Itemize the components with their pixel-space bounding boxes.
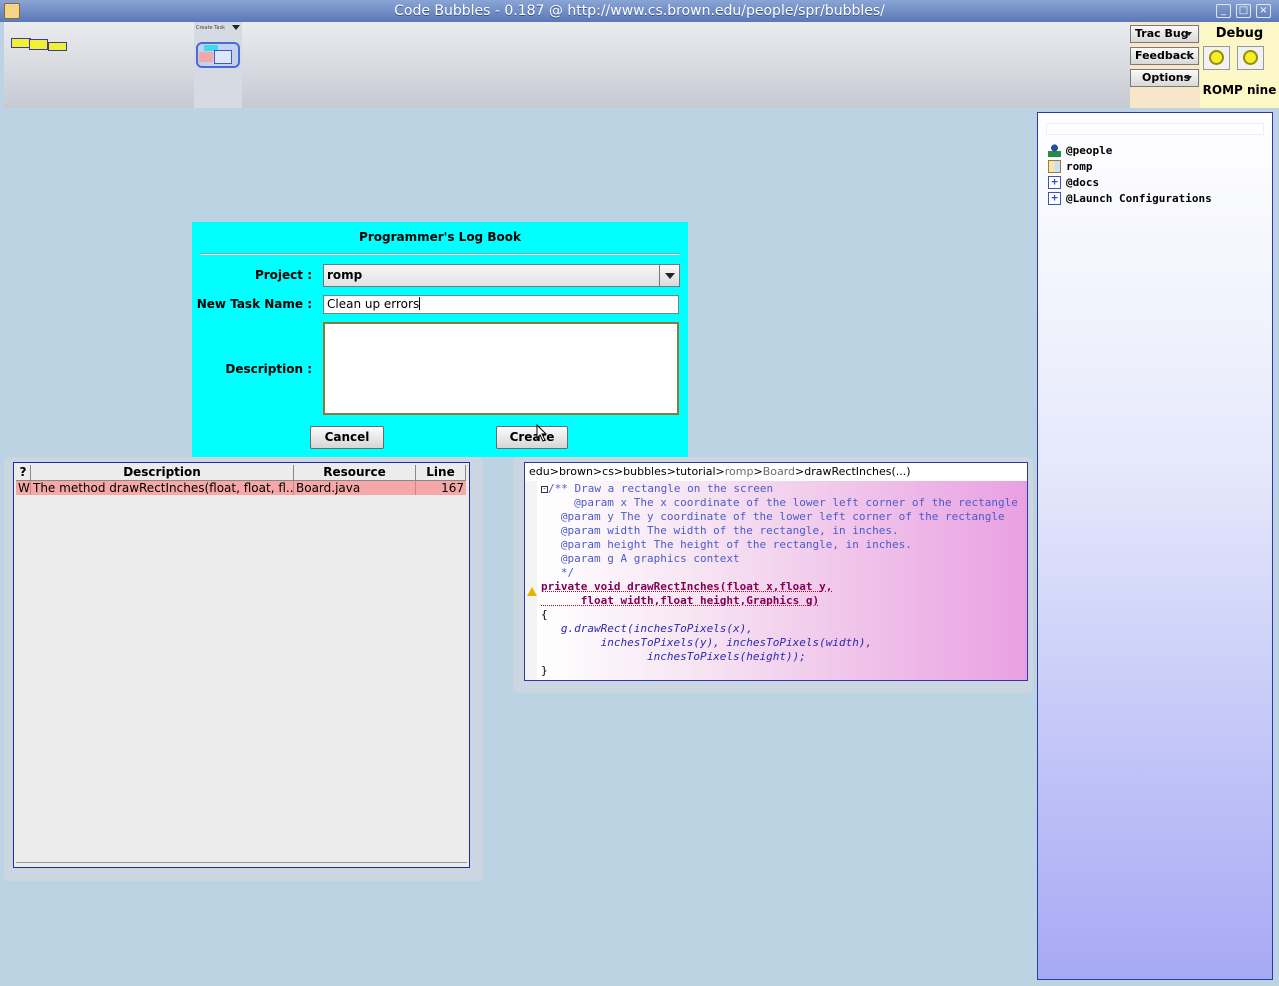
cancel-button[interactable]: Cancel	[310, 426, 384, 449]
breadcrumb-item[interactable]: romp	[725, 465, 754, 478]
chevron-down-icon	[1186, 54, 1192, 58]
task-chip[interactable]: Create Task	[194, 22, 242, 108]
package-item-label: @people	[1066, 144, 1113, 157]
dropdown-arrow-button[interactable]	[659, 265, 679, 286]
project-select[interactable]: romp	[323, 264, 680, 287]
code-line: @param height The height of the rectangl…	[541, 538, 912, 551]
code-line: inchesToPixels(y), inchesToPixels(width)…	[541, 636, 873, 649]
task-label: Create Task	[196, 25, 225, 31]
description-label: Description :	[225, 362, 312, 376]
package-search-input[interactable]	[1046, 123, 1264, 135]
problem-resource: Board.java	[294, 481, 416, 495]
session-name: ROMP nine	[1202, 83, 1277, 97]
code-line: inchesToPixels(height));	[541, 650, 806, 663]
chevron-down-icon	[1186, 76, 1192, 80]
code-line: @param width The width of the rectangle,…	[541, 524, 899, 537]
code-line: @param y The y coordinate of the lower l…	[541, 510, 1005, 523]
code-bubble[interactable]: edu>brown>cs>bubbles>tutorial>romp>Board…	[524, 462, 1028, 681]
breadcrumb-item[interactable]: Board	[763, 465, 795, 478]
divider	[200, 253, 680, 255]
expand-icon[interactable]: +	[1048, 176, 1061, 189]
problem-type: W	[18, 481, 31, 495]
trac-bug-label: Trac Bug	[1135, 27, 1189, 40]
expand-icon[interactable]: +	[1048, 192, 1061, 205]
debug-session-button[interactable]	[1237, 46, 1264, 70]
code-line: /** Draw a rectangle on the screen	[548, 482, 774, 495]
package-item-label: @Launch Configurations	[1066, 192, 1212, 205]
horizontal-scrollbar[interactable]	[16, 862, 467, 865]
overview-bubble[interactable]	[29, 39, 48, 50]
options-button[interactable]: Options	[1130, 69, 1199, 87]
chevron-down-icon[interactable]	[232, 25, 240, 30]
column-header-line[interactable]: Line	[416, 465, 466, 481]
log-book-dialog: Programmer's Log Book Project : romp New…	[192, 222, 688, 457]
overview-bubble[interactable]	[48, 42, 67, 51]
window-titlebar: Code Bubbles - 0.187 @ http://www.cs.bro…	[0, 0, 1279, 22]
code-line: @param g A graphics context	[541, 552, 740, 565]
breadcrumb-item[interactable]: tutorial	[676, 465, 716, 478]
project-label: Project :	[254, 268, 312, 282]
overview-bubble[interactable]	[11, 38, 31, 48]
project-icon	[1048, 160, 1061, 173]
chevron-down-icon	[1186, 32, 1192, 36]
debug-title: Debug	[1215, 26, 1264, 41]
trac-bug-button[interactable]: Trac Bug	[1130, 25, 1199, 43]
warning-icon[interactable]	[527, 587, 537, 596]
task-thumbnail[interactable]	[196, 42, 240, 68]
code-line: private void drawRectInches(float x,floa…	[541, 580, 833, 593]
package-item-label: romp	[1066, 160, 1093, 173]
problem-description: The method drawRectInches(float, float, …	[33, 481, 294, 495]
breadcrumb-item[interactable]: brown	[559, 465, 593, 478]
code-line: */	[541, 566, 575, 579]
breadcrumb-item[interactable]: bubbles	[623, 465, 666, 478]
options-label: Options	[1142, 71, 1191, 84]
run-icon	[1209, 50, 1224, 65]
package-item-label: @docs	[1066, 176, 1100, 189]
breadcrumb-item[interactable]: drawRectInches(...)	[804, 465, 910, 478]
code-line: float width,float height,Graphics g)	[541, 594, 820, 607]
editor-gutter	[525, 481, 537, 680]
breadcrumb-item[interactable]: cs	[602, 465, 614, 478]
task-name-input[interactable]: Clean up errors	[323, 295, 679, 314]
breadcrumb-item[interactable]: edu	[529, 465, 550, 478]
code-line: {	[541, 608, 548, 621]
chevron-down-icon	[665, 273, 675, 279]
package-explorer: @people romp + @docs + @Launch Configura…	[1037, 112, 1273, 980]
window-title: Code Bubbles - 0.187 @ http://www.cs.bro…	[394, 3, 885, 19]
project-value: romp	[327, 268, 363, 282]
task-name-label: New Task Name :	[196, 297, 312, 311]
code-line: g.drawRect(inchesToPixels(x),	[541, 622, 753, 635]
code-line: @param x The x coordinate of the lower l…	[541, 496, 1018, 509]
toolbar-buttons: Trac Bug Feedback Options	[1130, 22, 1200, 108]
fold-icon[interactable]: -	[541, 486, 548, 493]
mouse-cursor-icon	[536, 424, 548, 442]
column-header-resource[interactable]: Resource	[294, 465, 416, 481]
minimize-icon[interactable]: _	[1216, 4, 1231, 18]
close-icon[interactable]: ×	[1256, 4, 1271, 18]
code-text[interactable]: -/** Draw a rectangle on the screen @par…	[541, 482, 1018, 678]
breadcrumb: edu>brown>cs>bubbles>tutorial>romp>Board…	[529, 465, 911, 478]
feedback-button[interactable]: Feedback	[1130, 47, 1199, 65]
bubble-overview-panel[interactable]: Create Task	[4, 22, 1130, 108]
problems-panel: ? Description Resource Line W The method…	[13, 462, 470, 868]
column-header-description[interactable]: Description	[31, 465, 294, 481]
dialog-title: Programmer's Log Book	[359, 230, 521, 244]
create-button[interactable]: Create	[496, 426, 568, 449]
problem-line: 167	[441, 481, 464, 495]
code-line: }	[541, 664, 548, 677]
debug-panel: Debug ROMP nine	[1200, 22, 1279, 108]
debug-run-button[interactable]	[1203, 46, 1230, 70]
debug-icon	[1243, 50, 1258, 65]
maximize-icon[interactable]: □	[1236, 4, 1251, 18]
people-icon	[1048, 144, 1061, 157]
description-textarea[interactable]	[323, 322, 679, 415]
column-header-type[interactable]: ?	[16, 465, 31, 481]
table-row[interactable]: W The method drawRectInches(float, float…	[16, 481, 466, 495]
